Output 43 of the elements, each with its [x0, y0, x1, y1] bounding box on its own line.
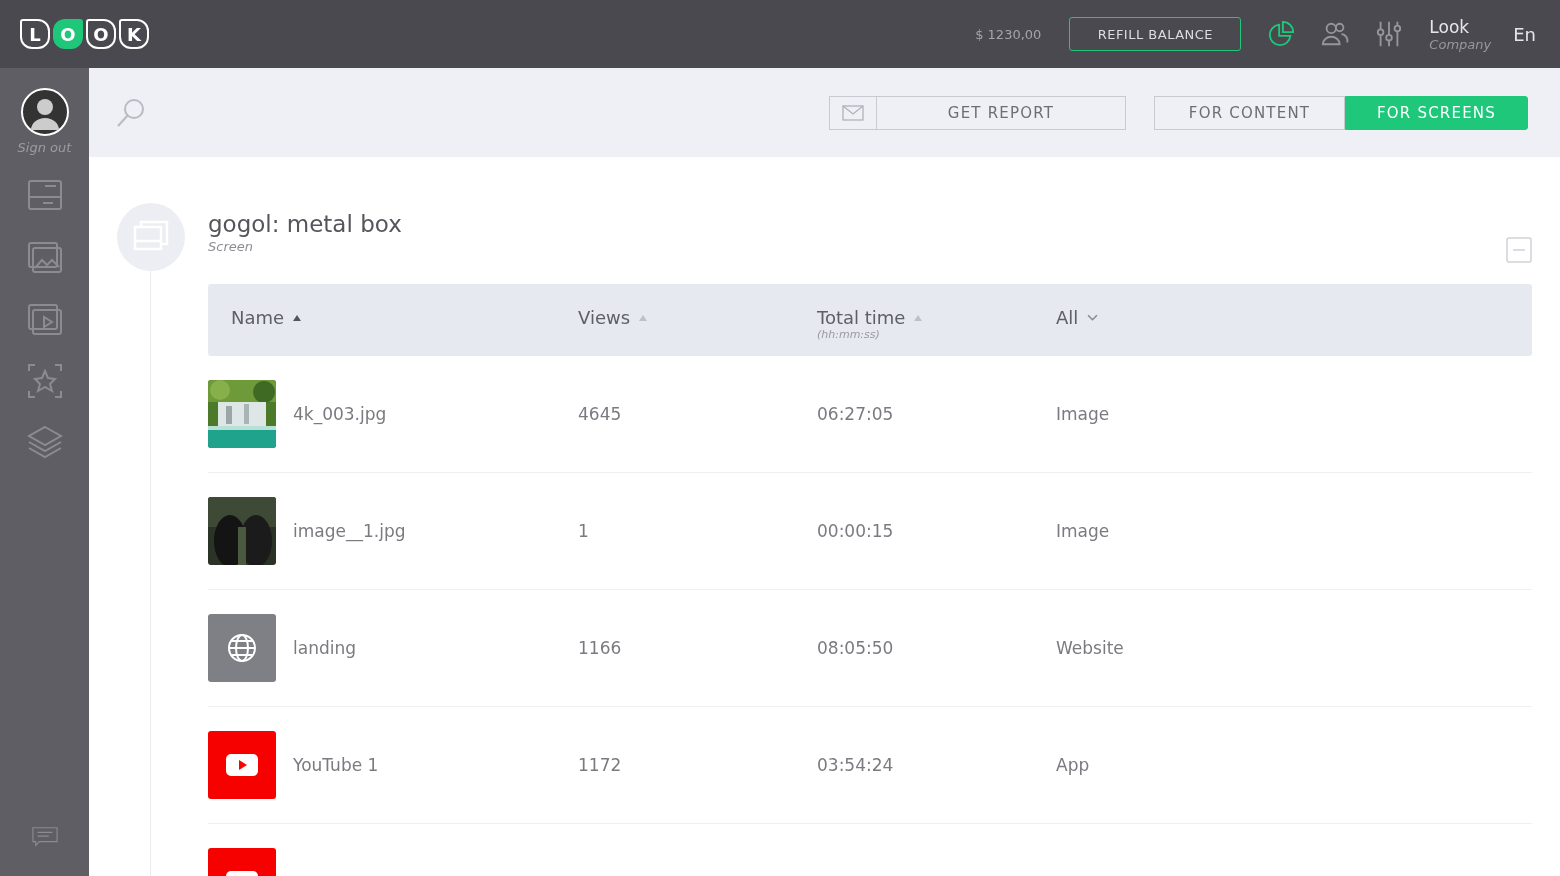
collapse-icon[interactable] [1506, 237, 1532, 263]
settings-icon[interactable] [1375, 20, 1404, 48]
column-header[interactable]: Views [578, 307, 631, 328]
table-cell-text: 1166 [578, 638, 623, 658]
avatar-icon[interactable] [20, 88, 69, 136]
get-report-button[interactable]: GET REPORT [829, 95, 1126, 130]
view-tab[interactable]: FOR CONTENT [1154, 95, 1345, 130]
account-role: Company [1429, 36, 1492, 52]
table-cell: 4k_003.jpg [293, 404, 387, 424]
table-cell-text: 4645 [578, 404, 623, 424]
table-cell-text: Website [1056, 638, 1125, 658]
chat-icon[interactable] [31, 826, 58, 848]
table-cell: landing [293, 638, 356, 658]
play-icon [226, 754, 258, 776]
account-name[interactable]: Look [1429, 16, 1492, 37]
table-cell-text: 06:27:05 [817, 404, 895, 424]
search-icon[interactable] [115, 96, 147, 129]
table-cell-text: Image [1056, 404, 1111, 424]
table-cell-text: 00:00:15 [817, 521, 895, 541]
pie-chart-icon[interactable] [1267, 20, 1296, 48]
screen-title: gogol: metal box [208, 211, 402, 237]
users-icon[interactable] [1321, 20, 1350, 48]
table-cell-text: 03:54:24 [817, 755, 895, 775]
table-cell: YouTube 1 [293, 755, 379, 775]
column-unit-note: (hh:mm:ss) [817, 328, 881, 341]
refill-balance-button[interactable]: REFILL BALANCE [1069, 17, 1242, 51]
balance-amount: $ 1230,00 [975, 26, 1042, 42]
mail-icon [842, 104, 864, 121]
sort-icon[interactable] [293, 314, 302, 321]
table-cell-text: Image [1056, 521, 1111, 541]
globe-icon [227, 633, 257, 663]
table-cell-text: 1172 [578, 755, 623, 775]
screen-type: Screen [208, 239, 254, 254]
column-header[interactable]: All [1056, 307, 1079, 328]
table-cell-text: App [1056, 755, 1091, 775]
table-cell: image__1.jpg [293, 521, 406, 541]
logo[interactable]: L O O K [20, 19, 149, 49]
chevron-down-icon[interactable] [1087, 314, 1099, 321]
column-header[interactable]: Name [231, 307, 285, 328]
language-code[interactable]: En [1513, 23, 1536, 45]
table-cell-text: 1 [578, 521, 590, 541]
column-header[interactable]: Total time [817, 307, 906, 328]
table-cell-text: 08:05:50 [817, 638, 895, 658]
